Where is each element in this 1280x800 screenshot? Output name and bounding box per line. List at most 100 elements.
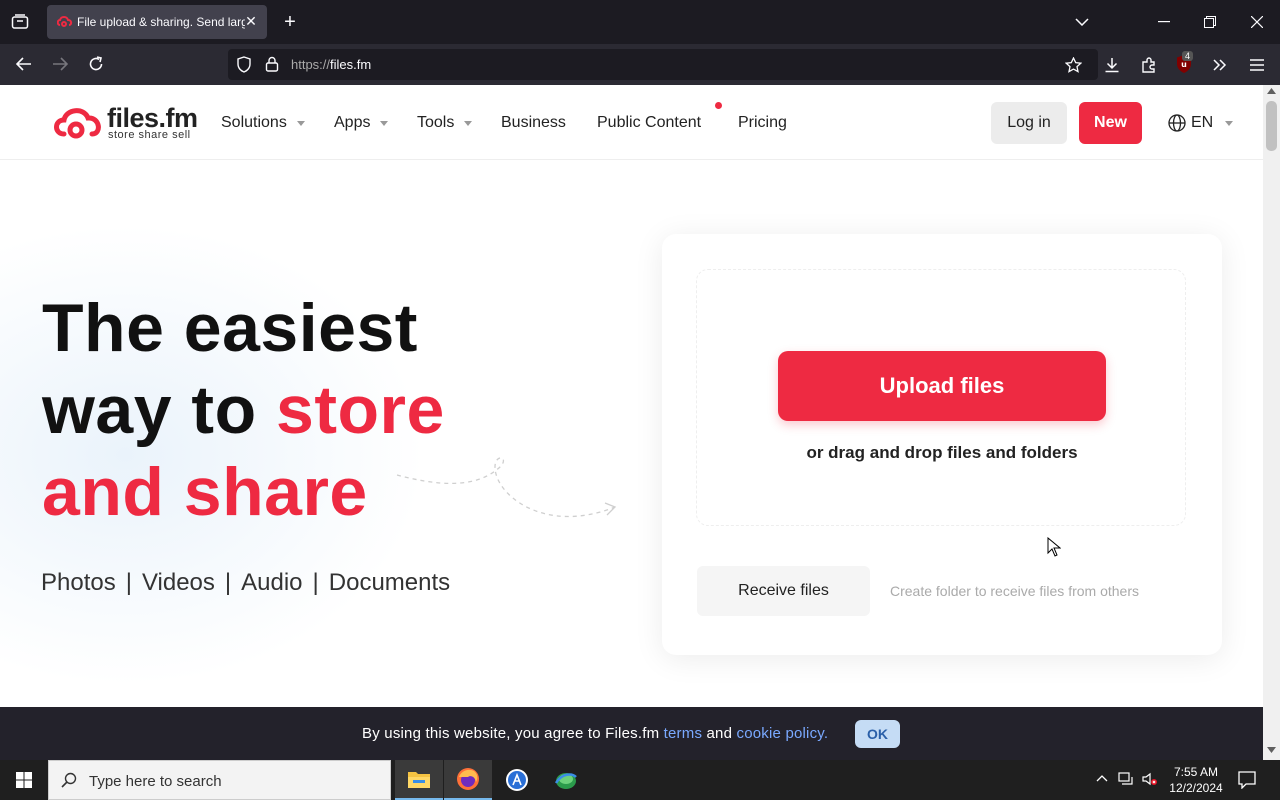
search-icon (61, 772, 77, 788)
nav-tools[interactable]: Tools (417, 114, 473, 132)
language-selector[interactable]: EN (1168, 114, 1234, 132)
minimize-icon[interactable] (1154, 12, 1174, 32)
receive-files-note: Create folder to receive files from othe… (890, 583, 1139, 599)
nav-label: Apps (334, 114, 371, 131)
volume-muted-icon[interactable] (1142, 772, 1158, 786)
upload-files-button[interactable]: Upload files (778, 351, 1106, 421)
cookie-banner: By using this website, you agree to File… (0, 707, 1263, 760)
hero-line-3: and share (42, 454, 368, 530)
tab-close-icon[interactable]: ✕ (243, 13, 259, 29)
nav-label: Tools (417, 114, 455, 131)
downloads-icon[interactable] (1102, 55, 1122, 75)
page-scrollbar[interactable] (1263, 85, 1280, 760)
url-scheme: https:// (291, 57, 331, 72)
restore-icon[interactable] (1200, 12, 1220, 32)
drag-drop-hint: or drag and drop files and folders (806, 443, 1078, 462)
media-type-audio: Audio (241, 569, 303, 596)
chevron-down-icon (296, 120, 305, 126)
file-explorer-icon[interactable] (395, 760, 443, 800)
globe-icon (1168, 114, 1186, 132)
hero-line-1: The easiest (42, 290, 418, 366)
extensions-icon[interactable] (1139, 55, 1159, 75)
tab-title: File upload & sharing. Send larg (77, 15, 245, 29)
extension-badge: 4 (1182, 51, 1194, 61)
network-app-icon[interactable] (542, 760, 590, 800)
ublock-extension-icon[interactable]: u 4 (1175, 51, 1195, 74)
forward-icon[interactable] (50, 54, 70, 74)
login-button[interactable]: Log in (991, 102, 1067, 144)
notification-dot (715, 102, 722, 109)
language-label: EN (1191, 114, 1214, 131)
nav-business[interactable]: Business (501, 114, 566, 132)
media-type-photos: Photos (41, 569, 116, 596)
hamburger-menu-icon[interactable] (1247, 55, 1267, 75)
show-hidden-icons-icon[interactable] (1096, 774, 1108, 782)
nav-label: Solutions (221, 114, 287, 131)
system-clock[interactable]: 7:55 AM 12/2/2024 (1166, 764, 1226, 796)
media-type-documents: Documents (328, 569, 451, 596)
cookie-text-start: By using this website, you agree to File… (362, 725, 664, 742)
overflow-menu-chevrons-icon[interactable] (1210, 55, 1230, 75)
nav-solutions[interactable]: Solutions (221, 114, 305, 132)
chevron-down-icon (380, 120, 389, 126)
nav-label: Pricing (738, 114, 787, 131)
chevron-down-icon (464, 120, 473, 126)
media-types-list: Photos | Videos | Audio | Documents (41, 569, 450, 597)
browser-tab-bar: File upload & sharing. Send larg ✕ + (0, 0, 1280, 44)
nav-apps[interactable]: Apps (334, 114, 389, 132)
separator: | (224, 569, 232, 596)
windows-taskbar: Type here to search 7:55 AM 12/2/2024 (0, 760, 1280, 800)
close-window-icon[interactable] (1247, 12, 1267, 32)
search-placeholder: Type here to search (89, 773, 222, 790)
scrollbar-thumb[interactable] (1266, 101, 1277, 151)
scroll-down-arrow-icon[interactable] (1267, 747, 1276, 753)
receive-files-button[interactable]: Receive files (697, 566, 870, 616)
nav-label: Business (501, 114, 566, 131)
media-type-videos: Videos (141, 569, 215, 596)
back-icon[interactable] (14, 54, 34, 74)
reload-icon[interactable] (86, 54, 106, 74)
files-fm-favicon-icon (57, 15, 73, 29)
cookie-ok-button[interactable]: OK (855, 720, 900, 748)
clock-date: 12/2/2024 (1169, 781, 1223, 795)
hero-line-2-accent: store (276, 372, 445, 448)
windows-start-icon[interactable] (0, 760, 48, 800)
decorative-dashed-arrow-icon (395, 455, 620, 530)
nav-label: Public Content (597, 114, 702, 131)
files-fm-logo-icon[interactable] (52, 106, 104, 140)
cookie-policy-link[interactable]: cookie policy. (737, 725, 829, 742)
mouse-cursor-icon (1047, 537, 1061, 557)
browser-tab[interactable]: File upload & sharing. Send larg ✕ (47, 5, 267, 39)
nav-public-content[interactable]: Public Content (597, 114, 701, 132)
nav-pricing[interactable]: Pricing (738, 114, 787, 132)
separator: | (125, 569, 132, 596)
svg-text:u: u (1181, 60, 1187, 69)
separator: | (312, 569, 319, 596)
new-tab-icon[interactable]: + (280, 11, 300, 33)
tracking-protection-shield-icon[interactable] (236, 56, 252, 73)
bookmark-star-icon[interactable] (1063, 55, 1083, 75)
firefox-icon[interactable] (444, 760, 492, 800)
terms-link[interactable]: terms (664, 725, 703, 742)
taskbar-search-input[interactable]: Type here to search (48, 760, 391, 800)
new-button[interactable]: New (1079, 102, 1142, 144)
list-all-tabs-icon[interactable] (1072, 12, 1092, 32)
cookie-text-and: and (702, 725, 737, 742)
url-host: files.fm (330, 57, 372, 72)
lock-icon[interactable] (265, 56, 279, 72)
url-text: https://files.fm (291, 57, 371, 72)
network-icon[interactable] (1118, 772, 1134, 786)
url-bar[interactable]: https://files.fm (228, 49, 1098, 80)
tab-list-icon[interactable] (8, 11, 32, 33)
logo-tagline: store share sell (108, 129, 191, 141)
chevron-down-icon (1225, 120, 1234, 126)
scroll-up-arrow-icon[interactable] (1267, 88, 1276, 94)
app-store-icon[interactable] (493, 760, 541, 800)
upload-card: Upload files or drag and drop files and … (662, 234, 1222, 655)
hero-line-2-plain: way to (42, 372, 276, 448)
hero-line-2: way to store (42, 369, 445, 451)
site-header: files.fm store share sell Solutions Apps… (0, 85, 1263, 160)
clock-time: 7:55 AM (1173, 765, 1219, 779)
action-center-icon[interactable] (1238, 771, 1256, 789)
cookie-text: By using this website, you agree to File… (362, 725, 828, 742)
